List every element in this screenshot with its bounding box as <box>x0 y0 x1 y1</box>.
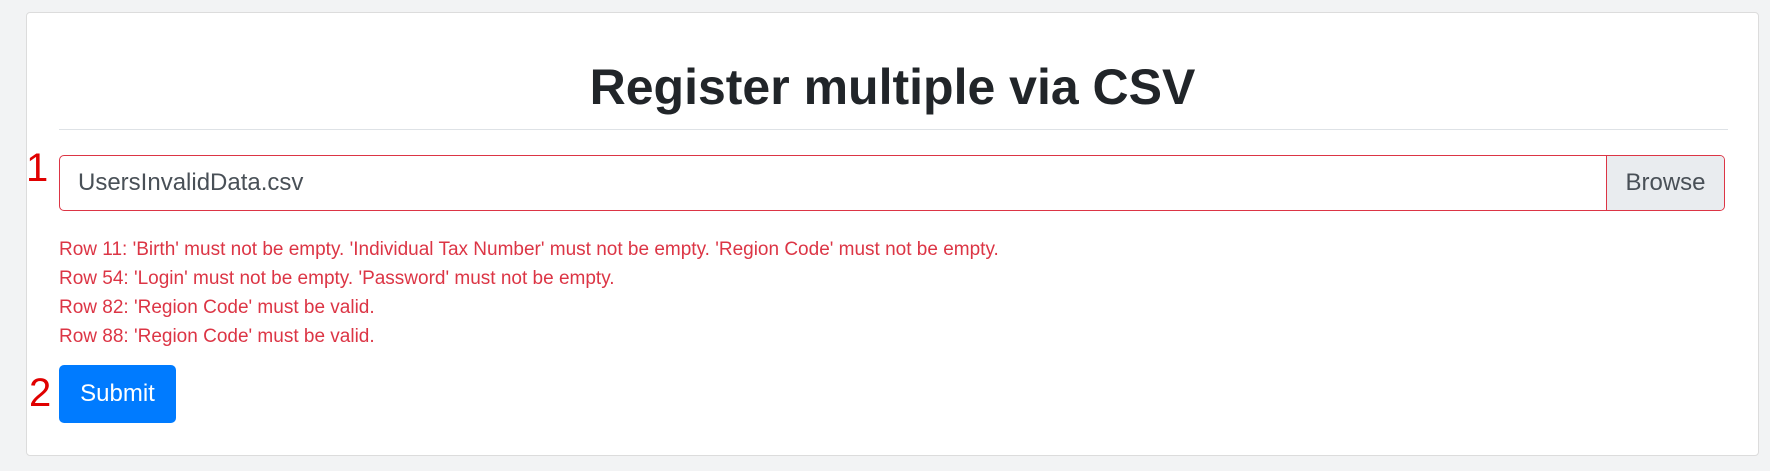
step-marker-1: 1 <box>26 146 49 190</box>
error-message: Row 88: 'Region Code' must be valid. <box>59 326 375 347</box>
browse-button[interactable]: Browse <box>1606 156 1724 210</box>
validation-errors: Row 11: 'Birth' must not be empty. 'Indi… <box>59 235 999 351</box>
selected-file-name: UsersInvalidData.csv <box>78 169 304 196</box>
title-divider <box>59 129 1728 130</box>
error-message: Row 54: 'Login' must not be empty. 'Pass… <box>59 268 615 289</box>
page-title: Register multiple via CSV <box>589 59 1196 115</box>
register-csv-card: Register multiple via CSV UsersInvalidDa… <box>26 12 1759 456</box>
step-marker-2: 2 <box>29 371 52 415</box>
error-message: Row 11: 'Birth' must not be empty. 'Indi… <box>59 239 999 260</box>
error-message: Row 82: 'Region Code' must be valid. <box>59 297 375 318</box>
submit-button[interactable]: Submit <box>59 365 176 423</box>
csv-file-input[interactable]: UsersInvalidData.csv Browse <box>59 155 1725 211</box>
